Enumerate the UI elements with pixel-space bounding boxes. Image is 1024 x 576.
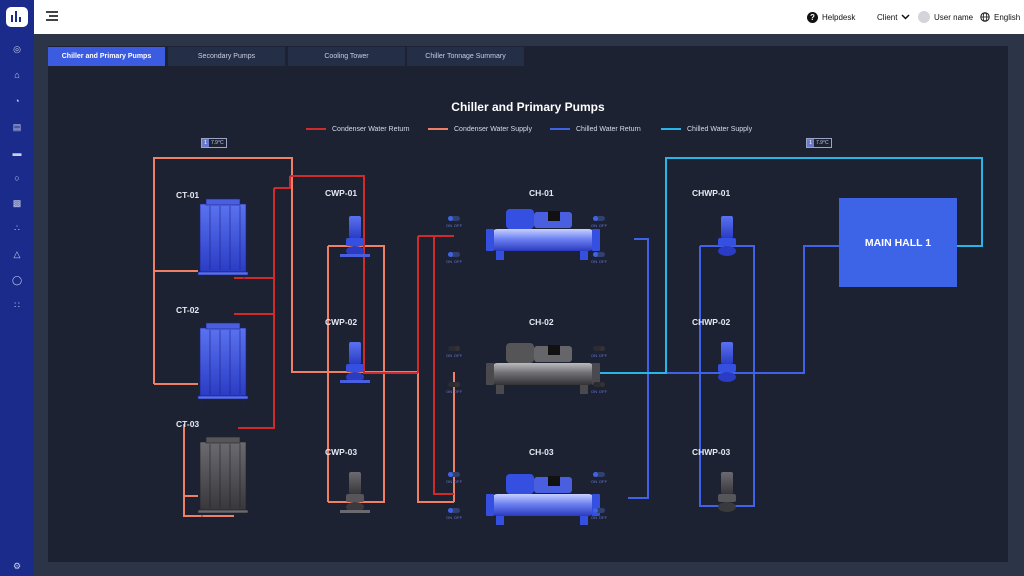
chevron-down-icon [901, 14, 910, 20]
pump-chwp01 [718, 216, 736, 256]
label-ch02: CH-02 [529, 317, 554, 327]
label-ct03: CT-03 [176, 419, 200, 429]
valve-toggle-ch01-chill-top[interactable]: ON OFF [591, 216, 607, 232]
client-dropdown[interactable]: Client [877, 10, 910, 24]
globe-language-icon [980, 12, 990, 22]
valve-toggle-ch03-cond-top[interactable]: ON OFF [446, 472, 462, 488]
label-chwp03: CHWP-03 [692, 447, 731, 457]
chiller-ch02 [486, 343, 600, 394]
valve-toggle-ch03-chill-top[interactable]: ON OFF [591, 472, 607, 488]
cooling-tower-ct01 [197, 198, 249, 282]
temperature-badge-condenser: 1 7.9°C [201, 138, 227, 148]
pin-icon[interactable]: ◯ [11, 274, 23, 286]
label-ch01: CH-01 [529, 188, 554, 198]
valve-toggle-ch02-cond-bottom[interactable]: ON OFF [446, 382, 462, 398]
label-chwp01: CHWP-01 [692, 188, 731, 198]
pump-chwp03 [718, 472, 736, 512]
valve-toggle-ch02-cond-top[interactable]: ON OFF [446, 346, 462, 362]
pump-cwp02 [340, 342, 370, 383]
content-area: Chiller and Primary Pumps Secondary Pump… [34, 34, 1024, 576]
cooling-tower-ct03 [197, 436, 249, 520]
username-label: User name [934, 12, 974, 22]
pump-cwp03 [340, 472, 370, 513]
valve-toggle-ch02-chill-top[interactable]: ON OFF [591, 346, 607, 362]
valve-toggle-ch03-cond-bottom[interactable]: ON OFF [446, 508, 462, 524]
valve-toggle-ch03-chill-bottom[interactable]: ON OFF [591, 508, 607, 524]
client-label: Client [877, 12, 898, 22]
valve-toggle-ch01-chill-bottom[interactable]: ON OFF [591, 252, 607, 268]
top-bar: ? Helpdesk Client User name English [34, 0, 1024, 34]
label-cwp01: CWP-01 [325, 188, 358, 198]
network-icon[interactable]: ∴ [11, 222, 23, 234]
language-selector[interactable]: English [980, 10, 1020, 24]
pump-cwp01 [340, 216, 370, 257]
cooling-tower-ct02 [197, 322, 249, 406]
label-ch03: CH-03 [529, 447, 554, 457]
help-icon: ? [807, 11, 818, 23]
temperature-badge-chilled: 1 7.9°C [806, 138, 832, 148]
warning-icon[interactable]: △ [11, 248, 23, 260]
sidebar: ◎ ⌂ ◔ ▤ ▬ ○ ▩ ∴ △ ◯ ∷ ⚙ [0, 0, 34, 576]
schematic-panel: Chiller and Primary Pumps Secondary Pump… [48, 46, 1008, 562]
condenser-supply-pipes [153, 157, 455, 517]
valve-toggle-ch01-cond-bottom[interactable]: ON OFF [446, 252, 462, 268]
chiller-ch01 [486, 209, 600, 260]
label-cwp02: CWP-02 [325, 317, 358, 327]
clipboard-icon[interactable]: ▤ [11, 121, 23, 133]
location-icon[interactable]: ○ [11, 172, 23, 184]
label-ct01: CT-01 [176, 190, 200, 200]
pump-chwp02 [718, 342, 736, 382]
avatar [918, 11, 930, 23]
valve-toggle-ch02-chill-bottom[interactable]: ON OFF [591, 382, 607, 398]
language-label: English [994, 12, 1021, 22]
home-icon[interactable]: ⌂ [11, 69, 23, 81]
user-menu[interactable]: User name [918, 10, 973, 24]
piping-diagram [153, 157, 983, 525]
building-icon[interactable]: ▩ [11, 197, 23, 209]
helpdesk-label: Helpdesk [822, 12, 856, 22]
globe-icon[interactable]: ◎ [11, 43, 23, 55]
gauge-icon[interactable]: ◔ [11, 95, 23, 107]
layout-icon[interactable]: ▬ [11, 147, 23, 159]
menu-toggle-icon[interactable] [46, 11, 58, 21]
label-ct02: CT-02 [176, 305, 200, 315]
apps-icon[interactable]: ∷ [11, 299, 23, 311]
helpdesk-link[interactable]: ? Helpdesk [807, 10, 855, 24]
label-chwp02: CHWP-02 [692, 317, 731, 327]
valve-toggle-ch01-cond-top[interactable]: ON OFF [446, 216, 462, 232]
app-logo[interactable] [6, 7, 28, 27]
settings-icon[interactable]: ⚙ [11, 560, 23, 572]
label-cwp03: CWP-03 [325, 447, 358, 457]
chiller-ch03 [486, 474, 600, 525]
main-hall-block[interactable]: MAIN HALL 1 [839, 198, 957, 287]
